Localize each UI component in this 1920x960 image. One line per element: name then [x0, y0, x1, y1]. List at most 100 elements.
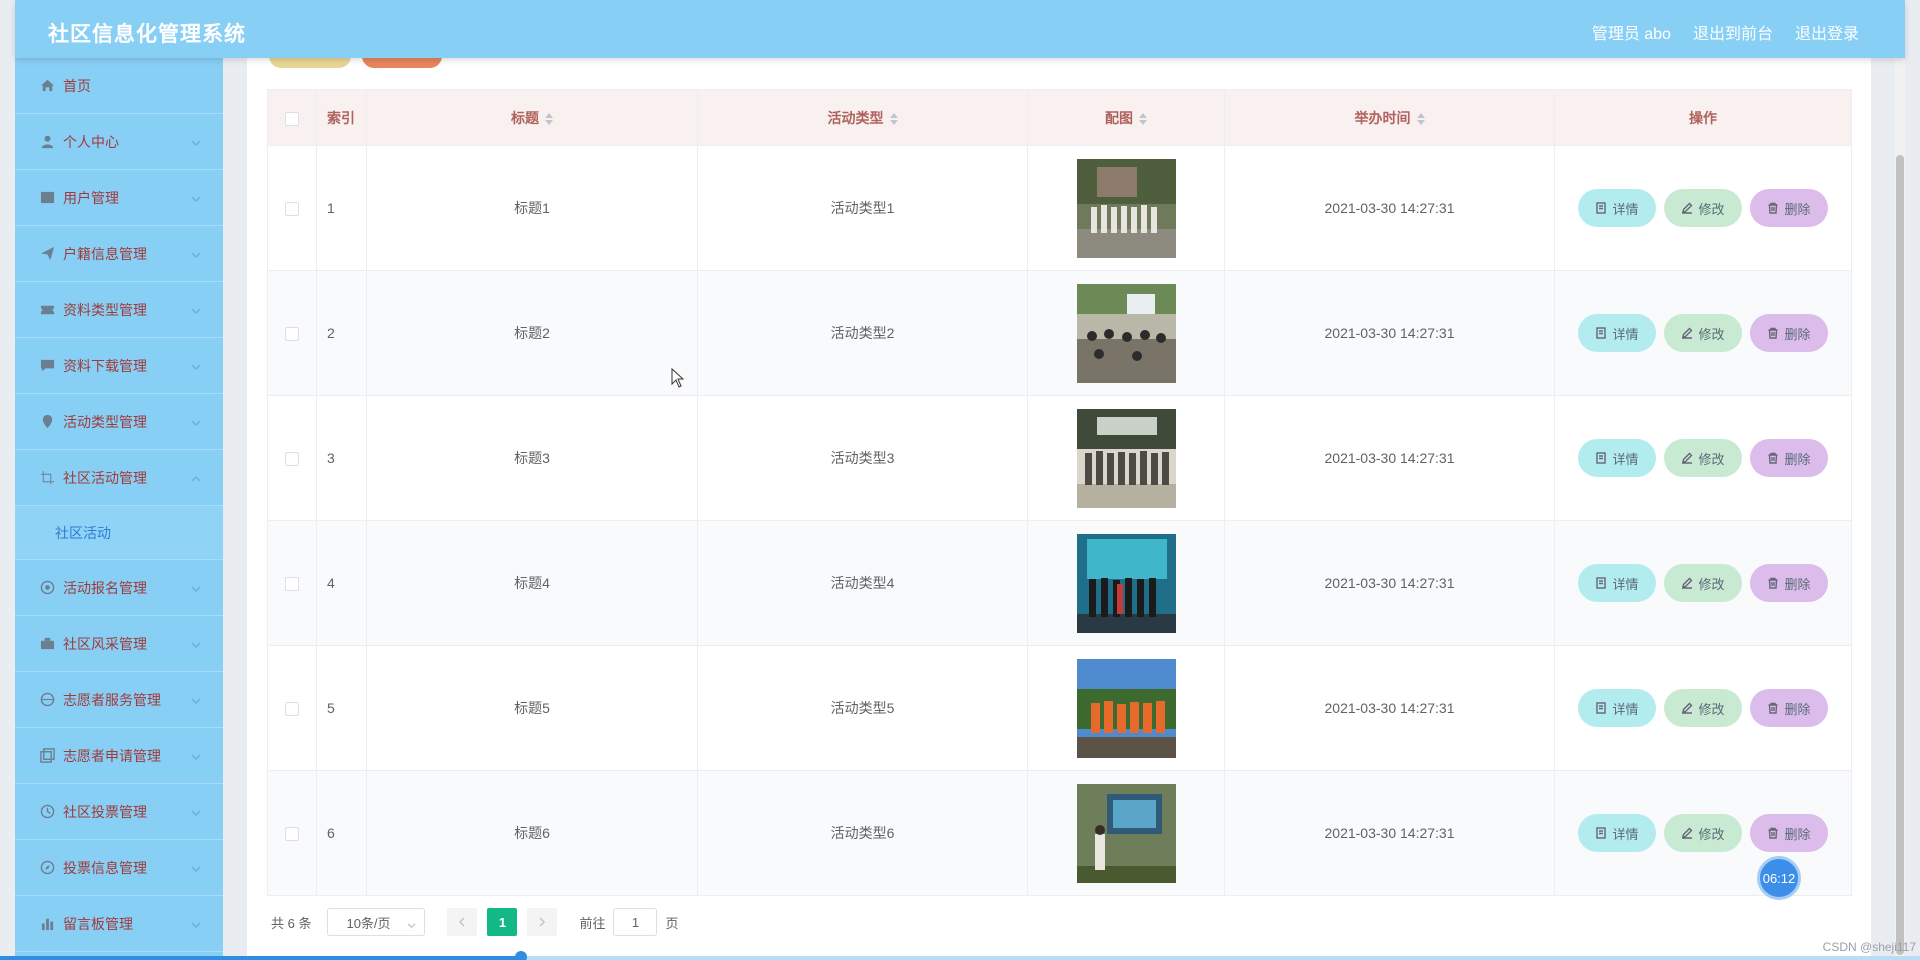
column-header-title[interactable]: 标题 [366, 89, 698, 146]
sidebar-subitem-community-activity[interactable]: 社区活动 [15, 506, 223, 560]
chevron-down-icon [191, 861, 201, 873]
cell-ops: 详情 修改 删除 [1554, 270, 1852, 396]
row-select-cell [267, 145, 317, 271]
detail-button[interactable]: 详情 [1578, 564, 1656, 602]
delete-button[interactable]: 删除 [1750, 814, 1828, 852]
sidebar-item-community-style[interactable]: 社区风采管理 [15, 616, 223, 672]
page-size-select[interactable]: 10条/页 [327, 908, 426, 936]
detail-button[interactable]: 详情 [1578, 439, 1656, 477]
ticket-icon [39, 302, 55, 318]
goto-page-input[interactable]: 1 [613, 908, 658, 936]
row-checkbox[interactable] [285, 202, 299, 217]
sidebar-item-volunteer-service[interactable]: 志愿者服务管理 [15, 672, 223, 728]
detail-button[interactable]: 详情 [1578, 689, 1656, 727]
cell-image [1027, 145, 1225, 271]
sidebar-item-household[interactable]: 户籍信息管理 [15, 226, 223, 282]
page-size-value: 10条/页 [346, 915, 391, 931]
select-all-header[interactable] [267, 89, 317, 146]
sort-icon[interactable] [545, 112, 553, 125]
detail-button[interactable]: 详情 [1578, 814, 1656, 852]
delete-button[interactable]: 删除 [1750, 314, 1828, 352]
activity-photo[interactable] [1076, 408, 1176, 508]
cell-title: 标题5 [366, 645, 698, 771]
column-header-time[interactable]: 举办时间 [1224, 89, 1555, 146]
column-header-label: 举办时间 [1354, 109, 1411, 126]
prev-page-button[interactable] [447, 908, 478, 936]
sidebar-item-user-management[interactable]: 用户管理 [15, 170, 223, 226]
sidebar-item-community-activity[interactable]: 社区活动管理 [15, 450, 223, 506]
goto-unit: 页 [665, 915, 679, 931]
sidebar-item-activity-signup[interactable]: 活动报名管理 [15, 560, 223, 616]
detail-button-label: 详情 [1612, 826, 1639, 842]
edit-button-label: 修改 [1698, 451, 1725, 467]
sidebar-item-material-download[interactable]: 资料下载管理 [15, 338, 223, 394]
video-progress-handle[interactable] [515, 951, 527, 960]
detail-button-label: 详情 [1612, 201, 1639, 217]
table-row: 3 标题3 活动类型3 2021-03-30 14:27:31 详情 修改 删除 [267, 395, 1852, 521]
sort-icon[interactable] [889, 112, 898, 125]
cell-image [1027, 270, 1225, 396]
cell-type: 活动类型3 [697, 395, 1028, 521]
edit-button[interactable]: 修改 [1664, 189, 1742, 227]
row-checkbox[interactable] [285, 452, 299, 467]
cell-type: 活动类型1 [697, 145, 1028, 271]
sidebar-item-label: 个人中心 [63, 133, 119, 150]
cell-time: 2021-03-30 14:27:31 [1224, 770, 1555, 896]
edit-button[interactable]: 修改 [1664, 314, 1742, 352]
logout-link[interactable]: 退出登录 [1795, 20, 1859, 44]
edit-button[interactable]: 修改 [1664, 814, 1742, 852]
chevron-down-icon [191, 637, 201, 649]
sidebar-item-activity-type[interactable]: 活动类型管理 [15, 394, 223, 450]
sidebar-item-material-type[interactable]: 资料类型管理 [15, 282, 223, 338]
clock-icon [39, 804, 55, 820]
cell-ops: 详情 修改 删除 [1554, 145, 1852, 271]
sort-icon[interactable] [1416, 112, 1425, 125]
delete-button[interactable]: 删除 [1750, 564, 1828, 602]
scrollbar-thumb[interactable] [1896, 155, 1904, 955]
chevron-down-icon [191, 135, 201, 147]
sidebar-item-label: 投票信息管理 [63, 859, 147, 876]
next-page-button[interactable] [527, 908, 558, 936]
to-front-link[interactable]: 退出到前台 [1693, 20, 1773, 44]
activity-photo[interactable] [1076, 783, 1176, 883]
row-checkbox[interactable] [285, 827, 299, 842]
edit-button-label: 修改 [1698, 576, 1725, 592]
row-checkbox[interactable] [285, 702, 299, 717]
target-icon [39, 580, 55, 596]
edit-icon [1682, 702, 1693, 714]
activity-photo[interactable] [1076, 533, 1176, 633]
sidebar-item-personal-center[interactable]: 个人中心 [15, 114, 223, 170]
edit-button[interactable]: 修改 [1664, 439, 1742, 477]
row-checkbox[interactable] [285, 327, 299, 342]
edit-button[interactable]: 修改 [1664, 564, 1742, 602]
select-all-checkbox[interactable] [285, 111, 299, 126]
trash-icon [1768, 452, 1778, 464]
cell-ops: 详情 修改 删除 [1554, 520, 1852, 646]
delete-button[interactable]: 删除 [1750, 189, 1828, 227]
sidebar-item-message-board[interactable]: 留言板管理 [15, 896, 223, 952]
activity-photo[interactable] [1076, 658, 1176, 758]
sidebar-subitem-label: 社区活动 [55, 524, 111, 541]
detail-button[interactable]: 详情 [1578, 314, 1656, 352]
activity-photo[interactable] [1076, 158, 1176, 258]
sidebar-item-label: 用户管理 [63, 189, 119, 206]
total-count: 共 6 条 [271, 915, 312, 931]
sidebar-item-community-vote[interactable]: 社区投票管理 [15, 784, 223, 840]
delete-button-label: 删除 [1784, 201, 1811, 217]
sidebar-item-vote-info[interactable]: 投票信息管理 [15, 840, 223, 896]
activity-photo[interactable] [1076, 283, 1176, 383]
delete-button[interactable]: 删除 [1750, 439, 1828, 477]
cell-index: 5 [316, 645, 367, 771]
row-checkbox[interactable] [285, 577, 299, 592]
page-number-current[interactable]: 1 [487, 908, 518, 936]
sidebar-item-label: 社区风采管理 [63, 635, 147, 652]
delete-button[interactable]: 删除 [1750, 689, 1828, 727]
edit-button[interactable]: 修改 [1664, 689, 1742, 727]
sidebar-item-home[interactable]: 首页 [15, 58, 223, 114]
sidebar-item-volunteer-apply[interactable]: 志愿者申请管理 [15, 728, 223, 784]
detail-button[interactable]: 详情 [1578, 189, 1656, 227]
column-header-type[interactable]: 活动类型 [697, 89, 1028, 146]
sort-icon[interactable] [1139, 112, 1147, 125]
column-header-image[interactable]: 配图 [1027, 89, 1225, 146]
table-row: 5 标题5 活动类型5 2021-03-30 14:27:31 详情 修改 删除 [267, 645, 1852, 771]
